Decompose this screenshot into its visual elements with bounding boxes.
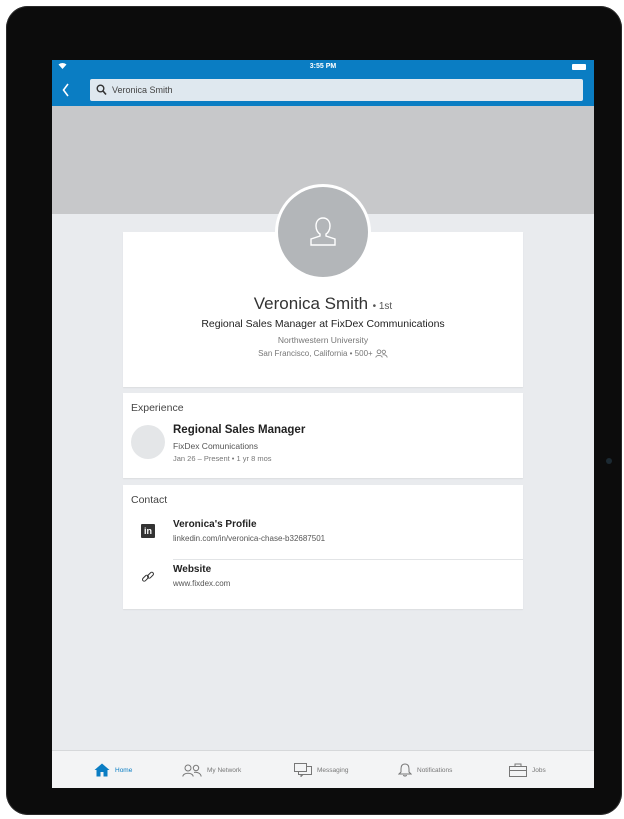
profile-headline: Regional Sales Manager at FixDex Communi… <box>201 318 445 330</box>
battery-icon <box>572 64 586 70</box>
tablet-frame: 3:55 PM Veronica Smith • 1st Regional Sa… <box>6 6 622 815</box>
home-icon <box>94 763 110 777</box>
status-bar: 3:55 PM <box>52 60 594 76</box>
contact-website-label: Website <box>173 564 212 575</box>
contact-card: Contact in Veronica's Profile linkedin.c… <box>123 485 523 609</box>
contact-item-website[interactable]: Website www.fixdex.com <box>123 560 523 604</box>
tab-home[interactable]: Home <box>94 751 132 788</box>
tab-my-network[interactable]: My Network <box>182 751 241 788</box>
back-chevron-icon[interactable] <box>62 80 70 104</box>
status-time: 3:55 PM <box>309 63 337 70</box>
contact-profile-url[interactable]: linkedin.com/in/veronica-chase-b32687501 <box>173 534 325 543</box>
contact-item-profile[interactable]: in Veronica's Profile linkedin.com/in/ve… <box>123 515 523 559</box>
experience-role[interactable]: Regional Sales Manager <box>173 424 305 436</box>
profile-location: San Francisco, California • 500+ <box>258 349 373 358</box>
tab-jobs[interactable]: Jobs <box>509 751 546 788</box>
experience-company: FixDex Comunications <box>173 441 259 451</box>
name-row: Veronica Smith • 1st <box>123 294 523 314</box>
tab-messaging[interactable]: Messaging <box>294 751 348 788</box>
search-bar[interactable] <box>90 79 583 101</box>
avatar[interactable] <box>275 184 371 280</box>
company-logo[interactable] <box>131 425 165 459</box>
tab-messaging-label: Messaging <box>317 766 349 774</box>
tab-my-network-label: My Network <box>207 766 242 774</box>
tab-notifications-label: Notifications <box>417 766 453 774</box>
linkedin-icon: in <box>141 524 155 538</box>
experience-card: Experience Regional Sales Manager FixDex… <box>123 393 523 478</box>
bell-icon <box>398 763 412 777</box>
tab-home-label: Home <box>115 766 133 774</box>
tab-notifications[interactable]: Notifications <box>398 751 452 788</box>
connections-icon[interactable] <box>375 349 388 359</box>
profile-school: Northwestern University <box>277 335 369 345</box>
briefcase-icon <box>509 763 527 777</box>
link-icon <box>141 570 155 589</box>
bottom-tab-bar: Home My Network Messaging Notifications … <box>52 750 594 788</box>
top-nav-bar <box>52 76 594 106</box>
messaging-icon <box>294 763 312 777</box>
location-row: San Francisco, California • 500+ <box>123 349 523 359</box>
contact-profile-label: Veronica's Profile <box>173 519 257 530</box>
contact-heading: Contact <box>131 494 168 506</box>
avatar-placeholder <box>278 187 368 277</box>
network-icon <box>182 764 202 777</box>
profile-name: Veronica Smith <box>253 294 369 313</box>
connection-degree: • 1st <box>372 301 393 312</box>
search-input[interactable] <box>108 79 572 101</box>
search-icon <box>96 83 107 101</box>
contact-website-url[interactable]: www.fixdex.com <box>173 579 230 588</box>
camera-dot <box>606 458 612 464</box>
person-icon <box>310 217 336 246</box>
experience-heading: Experience <box>131 402 184 414</box>
experience-dates: Jan 26 – Present • 1 yr 8 mos <box>173 454 272 463</box>
app-screen: 3:55 PM Veronica Smith • 1st Regional Sa… <box>52 60 594 788</box>
tab-jobs-label: Jobs <box>532 766 546 774</box>
